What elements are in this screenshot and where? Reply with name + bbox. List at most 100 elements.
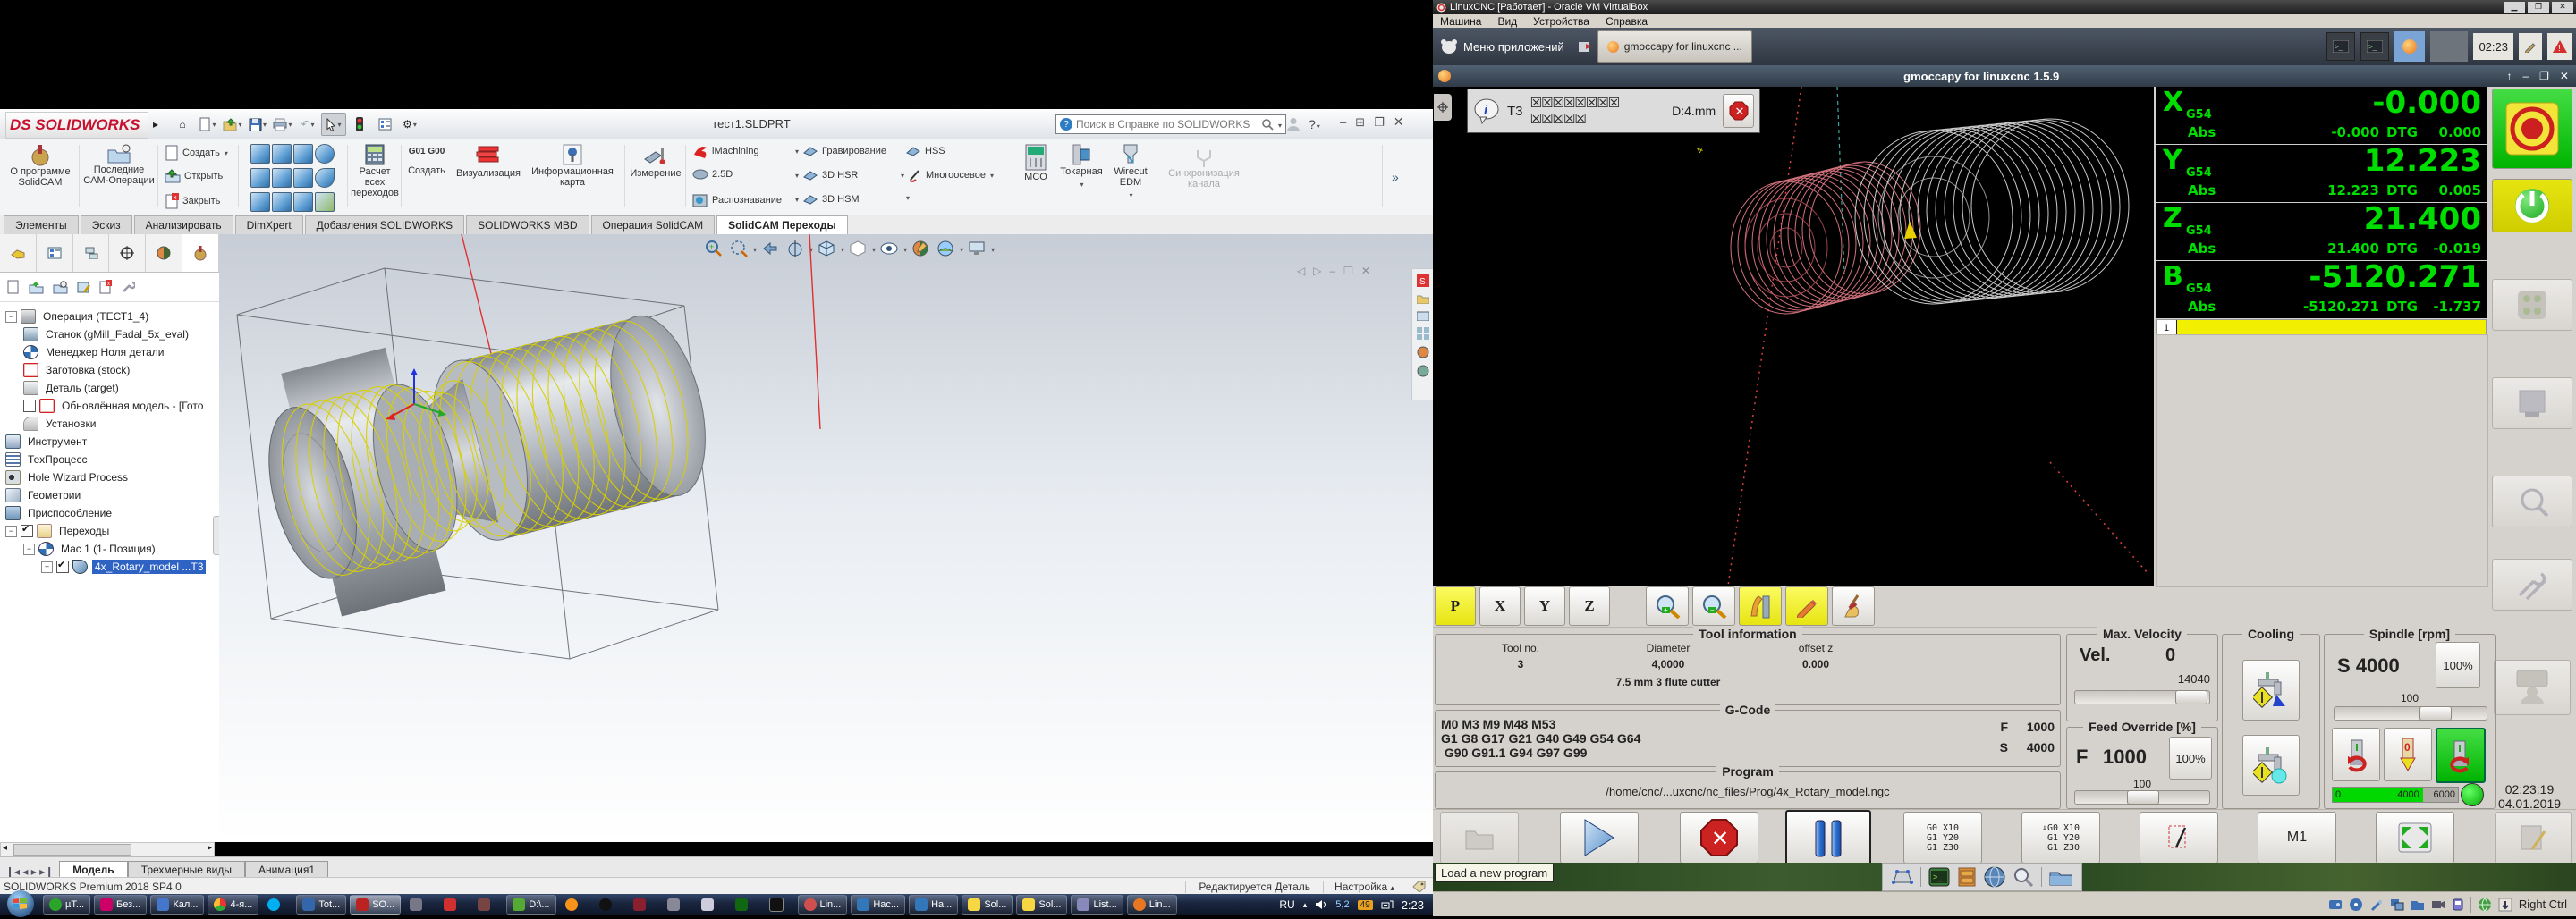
ribbon-measure[interactable]: Измерение xyxy=(628,147,683,179)
sheet-tab[interactable]: Модель xyxy=(59,861,128,878)
logo-flyout-button[interactable]: ▸ xyxy=(144,114,167,135)
rebuild-traffic-light-button[interactable] xyxy=(348,114,371,135)
ribbon-hss[interactable]: HSS xyxy=(905,144,945,157)
save-button[interactable] xyxy=(246,114,269,135)
tree-checkbox[interactable] xyxy=(56,559,69,573)
tree-item[interactable]: Инструмент xyxy=(5,433,219,451)
tree-item[interactable]: Геометрии xyxy=(5,486,219,504)
ribbon-engrave[interactable]: Гравирование xyxy=(794,144,886,157)
taskbar-item[interactable]: Нас... xyxy=(851,895,906,915)
vbox-menu-view[interactable]: Вид xyxy=(1497,15,1517,28)
vbox-menu-help[interactable]: Справка xyxy=(1606,15,1648,28)
dro-axis-row[interactable]: B G54 -5120.271 Abs -5120.271 DTG -1.737 xyxy=(2156,259,2487,319)
dock-filecabinet-icon[interactable] xyxy=(1957,867,1977,887)
machine-on-button[interactable] xyxy=(2492,179,2572,232)
dro-axis-row[interactable]: X G54 -0.000 Abs -0.000 DTG 0.000 xyxy=(2156,85,2487,145)
gcode-view-empty[interactable] xyxy=(2156,334,2488,587)
estop-button[interactable] xyxy=(2492,89,2572,169)
spindle-override-slider[interactable] xyxy=(2334,706,2487,721)
edit-gcode-button[interactable] xyxy=(1785,586,1828,626)
panel-launcher-icon[interactable] xyxy=(1578,39,1592,54)
status-configuration[interactable]: Настройка ▴ xyxy=(1323,880,1405,893)
select-button[interactable] xyxy=(321,113,346,136)
tree-horizontal-scrollbar[interactable]: ◂ ▸ xyxy=(0,842,215,857)
panel-clock[interactable]: 02:23 xyxy=(2473,33,2513,60)
split-window-button[interactable]: ⊞ xyxy=(1355,115,1365,130)
mist-coolant-button[interactable] xyxy=(2242,660,2300,721)
run-program-button[interactable] xyxy=(1560,812,1639,864)
tab-solidcam-manager[interactable] xyxy=(182,234,219,272)
sheet-nav-buttons[interactable]: ❙◂ ◂ ▸ ▸❙ xyxy=(0,865,59,878)
tray-alert-badge[interactable]: 49 xyxy=(1357,899,1373,910)
tree-expand-toggle[interactable] xyxy=(5,525,17,537)
panel-terminal-icon-1[interactable]: >_ xyxy=(2326,32,2356,61)
panel-gmoccapy-active-icon[interactable] xyxy=(2394,31,2426,62)
preview-side-tab[interactable] xyxy=(1434,94,1452,121)
applications-menu-button[interactable]: Меню приложений xyxy=(1433,28,1572,65)
stop-program-button[interactable]: ✕ xyxy=(1680,812,1758,864)
tree-expand-toggle[interactable] xyxy=(5,310,17,323)
flood-coolant-button[interactable] xyxy=(2242,735,2300,796)
taskbar-item[interactable] xyxy=(594,896,624,914)
restore-button[interactable]: ❐ xyxy=(1374,115,1385,130)
tray-network-icon[interactable] xyxy=(1381,899,1394,910)
spindle-ccw-button[interactable] xyxy=(2332,728,2380,781)
view-z-button[interactable]: Z xyxy=(1569,586,1610,626)
tab-propertymanager[interactable] xyxy=(37,234,73,272)
spindle-stop-button[interactable]: 0 xyxy=(2384,728,2432,781)
vbox-menu-machine[interactable]: Машина xyxy=(1440,15,1481,28)
feed-override-slider[interactable] xyxy=(2074,790,2210,805)
view-y-button[interactable]: Y xyxy=(1524,586,1565,626)
ribbon-wirecut[interactable]: Wirecut EDM xyxy=(1109,143,1152,201)
taskbar-item[interactable] xyxy=(262,896,292,914)
dock-terminal-icon[interactable]: >_ xyxy=(1928,867,1950,887)
gmoccapy-titlebar[interactable]: gmoccapy for linuxcnc 1.5.9 ↑ – ❐ ✕ xyxy=(1433,65,2576,87)
gm-minimize-button[interactable]: – xyxy=(2522,70,2529,82)
commandmanager-tab[interactable]: Добавления SOLIDWORKS xyxy=(304,215,465,234)
tray-clock[interactable]: 2:23 xyxy=(1402,898,1424,912)
tree-expand-toggle[interactable] xyxy=(41,561,53,573)
cam-new-icon[interactable] xyxy=(7,280,20,294)
dro-axis-row[interactable]: Y G54 12.223 Abs 12.223 DTG 0.005 xyxy=(2156,143,2487,203)
tab-configurationmanager[interactable] xyxy=(73,234,110,272)
ribbon-simulation[interactable]: Визуализация xyxy=(454,143,522,179)
dock-browser-icon[interactable] xyxy=(1984,866,2005,888)
fullscreen-button[interactable] xyxy=(2376,812,2454,864)
max-velocity-slider[interactable] xyxy=(2074,690,2210,704)
taskbar-item[interactable]: На... xyxy=(909,895,959,915)
run-from-line-button[interactable]: ↓G0 X10 G1 Y20 G1 Z30 xyxy=(2021,812,2100,864)
gm-shade-button[interactable]: ↑ xyxy=(2506,70,2512,82)
options-list-button[interactable] xyxy=(373,114,396,135)
panel-warning-icon[interactable]: ! xyxy=(2547,33,2572,60)
dock-folder-icon[interactable] xyxy=(2049,868,2072,886)
taskbar-item[interactable]: D:\... xyxy=(506,895,556,915)
vbox-close-button[interactable]: ✕ xyxy=(2552,2,2573,13)
tree-item[interactable]: Установки xyxy=(5,415,219,433)
multiaxis-more-caret[interactable] xyxy=(905,192,910,203)
search-scope-caret[interactable] xyxy=(1277,118,1282,131)
close-button[interactable]: ✕ xyxy=(1394,114,1404,130)
taskbar-item[interactable]: Lin... xyxy=(1126,895,1177,915)
ribbon-3dhsr[interactable]: 3D HSR xyxy=(794,168,858,181)
taskbar-item[interactable]: µT... xyxy=(43,895,91,915)
commandmanager-tab[interactable]: SolidCAM Переходы xyxy=(716,215,848,234)
status-tag-icon[interactable] xyxy=(1405,881,1433,892)
cam-close-icon[interactable]: x xyxy=(99,280,112,294)
start-button[interactable] xyxy=(5,889,36,919)
cam-settings-wrench-icon[interactable] xyxy=(121,280,135,294)
commandmanager-tab[interactable]: SOLIDWORKS MBD xyxy=(466,215,589,234)
taskbar-item[interactable] xyxy=(764,896,794,914)
undo-button[interactable]: ↶ xyxy=(296,114,319,135)
tab-displaymanager[interactable] xyxy=(146,234,183,272)
sheet-tab[interactable]: Анимация1 xyxy=(245,861,329,878)
taskbar-item[interactable]: Sol... xyxy=(1016,895,1068,915)
tab-featuremanager[interactable] xyxy=(0,234,37,272)
print-button[interactable] xyxy=(271,114,294,135)
taskbar-item[interactable]: List... xyxy=(1071,895,1123,915)
ribbon-recent-cam-operations[interactable]: Последние CAM-Операции xyxy=(82,143,156,186)
view-p-button[interactable]: P xyxy=(1435,586,1476,626)
vbox-menu-devices[interactable]: Устройства xyxy=(1533,15,1589,28)
ribbon-cam-parts-grid[interactable] xyxy=(243,143,342,215)
tree-checkbox[interactable] xyxy=(21,523,33,537)
step-button[interactable]: G0 X10 G1 Y20 G1 Z30 xyxy=(1903,812,1982,864)
